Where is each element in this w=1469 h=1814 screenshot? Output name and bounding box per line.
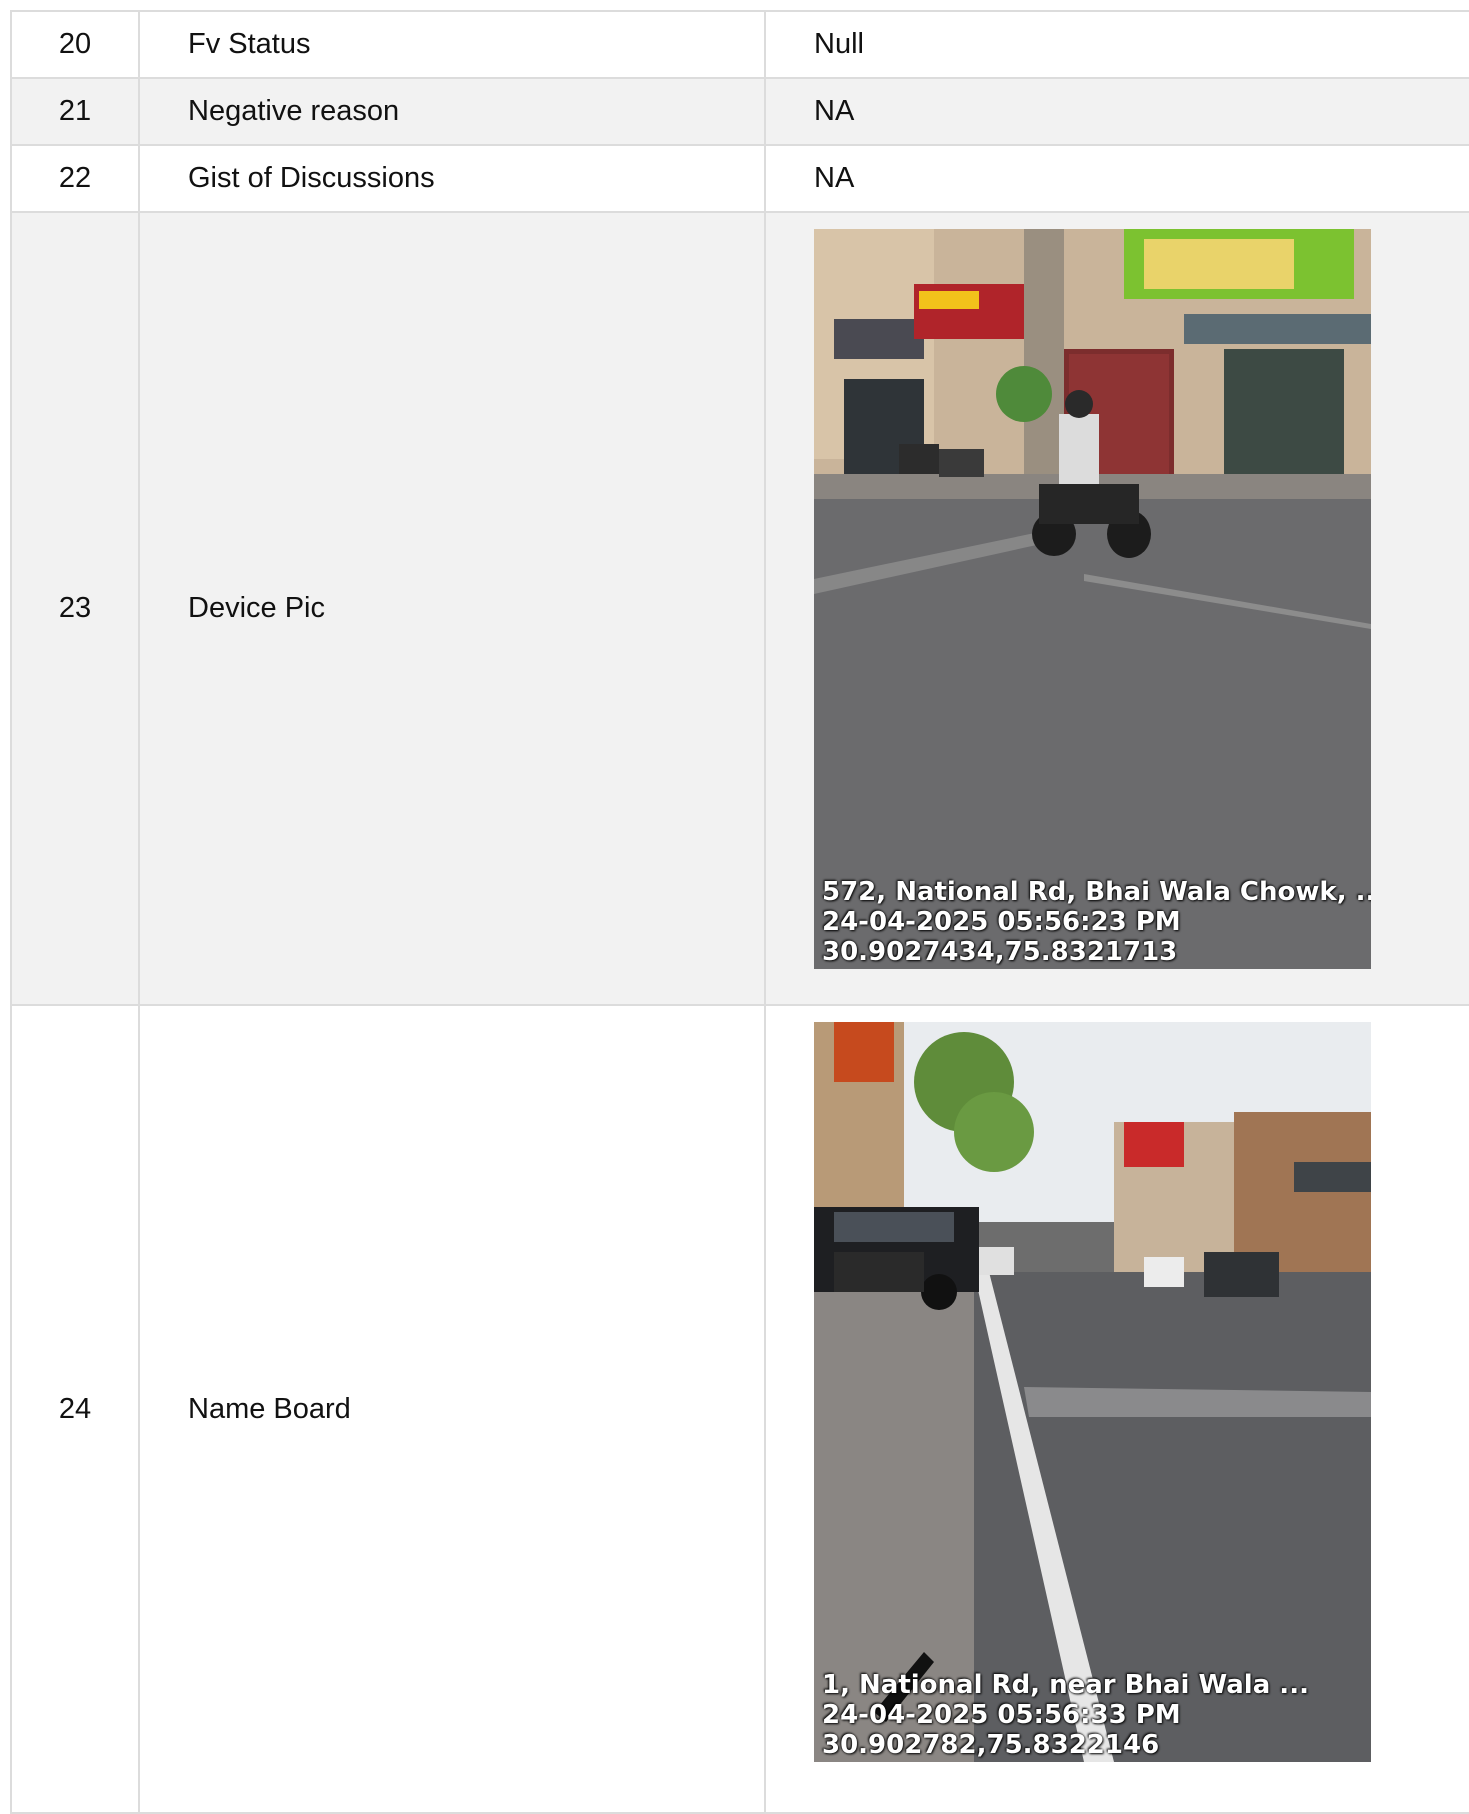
row-value: Null xyxy=(764,10,1469,79)
row-label: Device Pic xyxy=(138,211,766,1006)
row-number: 20 xyxy=(10,10,140,79)
row-value: NA xyxy=(764,77,1469,146)
photo-coordinates: 30.902782,75.8322146 xyxy=(822,1730,1160,1760)
row-label: Name Board xyxy=(138,1004,766,1814)
street-scene-image xyxy=(814,229,1371,969)
row-label: Negative reason xyxy=(138,77,766,146)
row-number: 21 xyxy=(10,77,140,146)
row-number: 24 xyxy=(10,1004,140,1814)
row-value: 1, National Rd, near Bhai Wala ... 24-04… xyxy=(764,1004,1469,1814)
device-photo[interactable]: 572, National Rd, Bhai Wala Chowk, ... 2… xyxy=(814,229,1371,969)
row-value: 572, National Rd, Bhai Wala Chowk, ... 2… xyxy=(764,211,1469,1006)
street-scene-image xyxy=(814,1022,1371,1762)
row-number: 22 xyxy=(10,144,140,213)
photo-datetime: 24-04-2025 05:56:33 PM xyxy=(822,1700,1181,1730)
table-row: 21 Negative reason NA xyxy=(10,77,1469,146)
photo-datetime: 24-04-2025 05:56:23 PM xyxy=(822,907,1181,937)
row-label: Gist of Discussions xyxy=(138,144,766,213)
row-label: Fv Status xyxy=(138,10,766,79)
photo-address: 572, National Rd, Bhai Wala Chowk, ... xyxy=(822,877,1371,907)
photo-coordinates: 30.9027434,75.8321713 xyxy=(822,937,1178,967)
table-row: 20 Fv Status Null xyxy=(10,10,1469,79)
verification-report-table: 20 Fv Status Null 21 Negative reason NA … xyxy=(10,10,1469,1814)
photo-geotag-stamp: 572, National Rd, Bhai Wala Chowk, ... 2… xyxy=(822,877,1371,967)
row-value: NA xyxy=(764,144,1469,213)
row-number: 23 xyxy=(10,211,140,1006)
name-board-photo[interactable]: 1, National Rd, near Bhai Wala ... 24-04… xyxy=(814,1022,1371,1762)
photo-geotag-stamp: 1, National Rd, near Bhai Wala ... 24-04… xyxy=(822,1670,1309,1760)
table-row: 24 Name Board 1, National Rd, near Bhai … xyxy=(10,1004,1469,1814)
photo-address: 1, National Rd, near Bhai Wala ... xyxy=(822,1670,1309,1700)
table-row: 22 Gist of Discussions NA xyxy=(10,144,1469,213)
table-row: 23 Device Pic 572, National Rd, Bhai Wal… xyxy=(10,211,1469,1006)
